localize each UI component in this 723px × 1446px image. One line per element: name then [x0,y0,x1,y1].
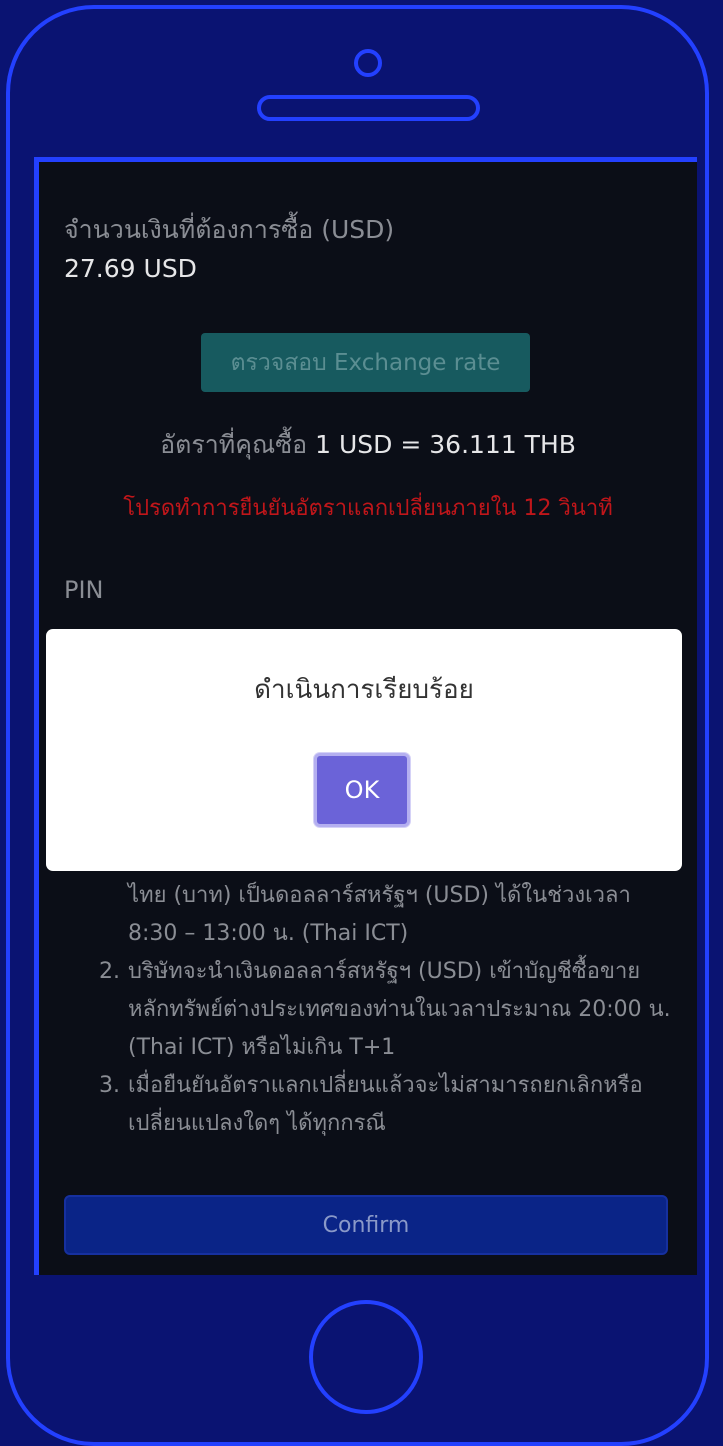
amount-value: 27.69 USD [64,254,197,283]
list-item-text: บริษัทจะนำเงินดอลลาร์สหรัฐฯ (USD) เข้าบั… [128,959,671,1060]
check-exchange-rate-button[interactable]: ตรวจสอบ Exchange rate [201,333,530,392]
success-dialog: ดำเนินการเรียบร้อย OK [46,629,682,871]
list-item: 2. บริษัทจะนำเงินดอลลาร์สหรัฐฯ (USD) เข้… [99,953,671,1067]
rate-value: 1 USD = 36.111 THB [315,430,576,459]
list-item-number: 2. [99,959,120,984]
speaker-grille [257,95,480,121]
ok-button[interactable]: OK [314,753,410,827]
list-item: 3. เมื่อยืนยันอัตราแลกเปลี่ยนแล้วจะไม่สา… [99,1067,671,1143]
rate-label: อัตราที่คุณซื้อ [160,430,308,459]
amount-label: จำนวนเงินที่ต้องการซื้อ (USD) [64,215,395,244]
exchange-rate-line: อัตราที่คุณซื้อ 1 USD = 36.111 THB [39,425,697,465]
confirm-countdown-warning: โปรดทำการยืนยันอัตราแลกเปลี่ยนภายใน 12 ว… [123,496,613,521]
list-item: ไทย (บาท) เป็นดอลลาร์สหรัฐฯ (USD) ได้ในช… [101,877,671,953]
dialog-message: ดำเนินการเรียบร้อย [254,675,474,705]
list-item-text: เมื่อยืนยันอัตราแลกเปลี่ยนแล้วจะไม่สามาร… [128,1073,643,1136]
home-button[interactable] [309,1300,423,1414]
camera-icon [354,49,382,77]
pin-label: PIN [64,576,104,604]
terms-list: ไทย (บาท) เป็นดอลลาร์สหรัฐฯ (USD) ได้ในช… [99,877,671,1143]
list-item-number: 3. [99,1073,120,1098]
confirm-button[interactable]: Confirm [64,1195,668,1255]
list-item-text: ไทย (บาท) เป็นดอลลาร์สหรัฐฯ (USD) ได้ในช… [128,883,631,946]
